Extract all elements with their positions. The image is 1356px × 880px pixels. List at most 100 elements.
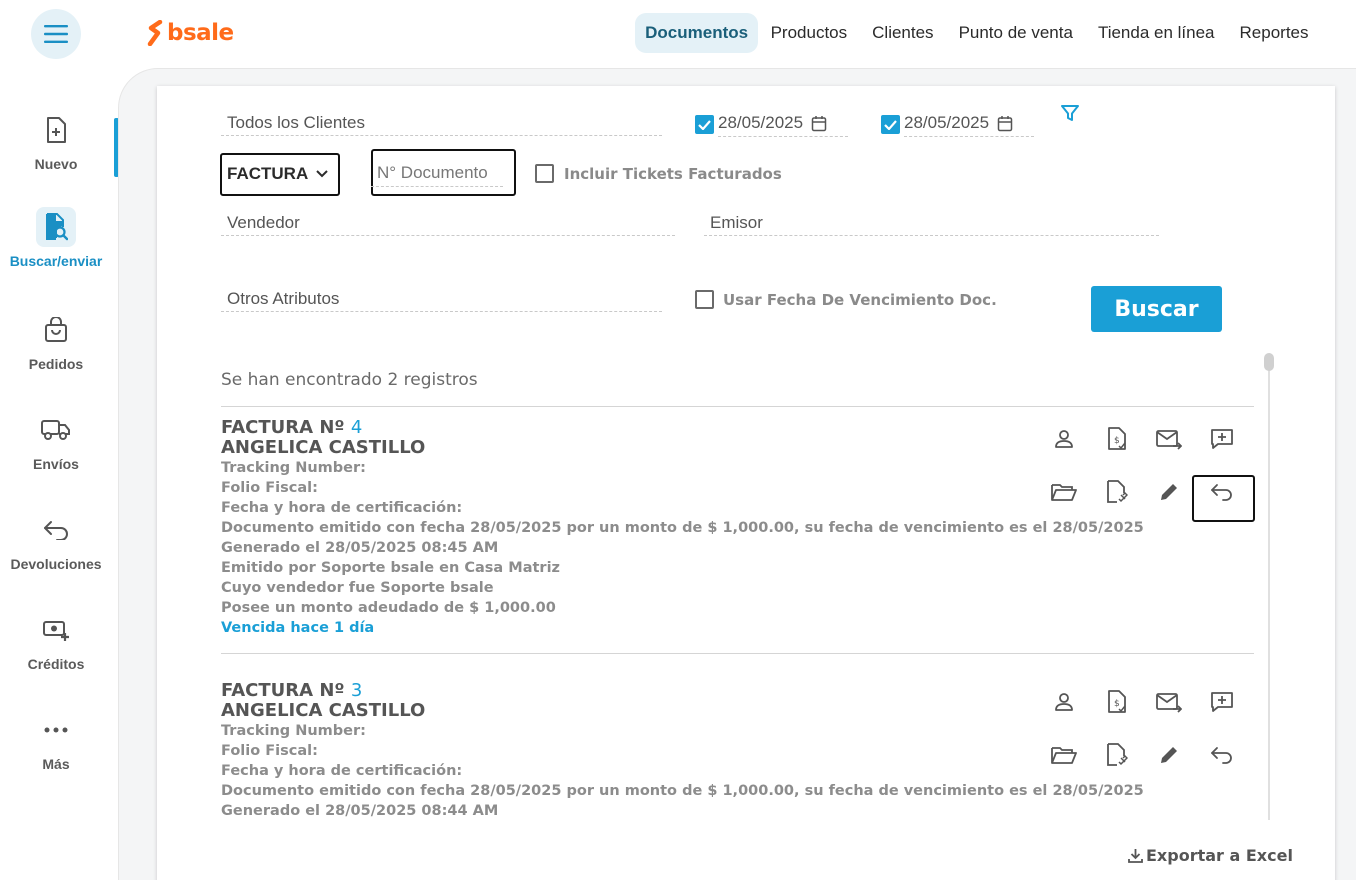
edit-action[interactable]: [1154, 477, 1184, 507]
record-generated: Generado el 28/05/2025 08:44 AM: [221, 803, 499, 819]
scrollbar-track[interactable]: [1268, 355, 1270, 820]
search-button[interactable]: Buscar: [1091, 286, 1222, 332]
mail-send-icon: [1156, 430, 1182, 450]
logo-text: bsale: [167, 20, 234, 46]
sidebar-item-envios[interactable]: Envíos: [0, 410, 112, 472]
nav-tienda-en-linea[interactable]: Tienda en línea: [1085, 13, 1227, 53]
download-icon: [1128, 849, 1143, 863]
client-action[interactable]: [1049, 424, 1079, 454]
menu-button[interactable]: [31, 9, 81, 59]
folder-open-icon: [1051, 484, 1077, 501]
record-title: FACTURA Nº 4: [221, 418, 1144, 438]
file-link-icon: [1107, 743, 1128, 766]
date-to-field[interactable]: 28/05/2025: [904, 113, 1034, 137]
issuer-select[interactable]: Emisor: [704, 213, 1159, 236]
email-action[interactable]: [1154, 687, 1184, 717]
return-action[interactable]: [1207, 477, 1237, 507]
results-count: Se han encontrado 2 registros: [221, 370, 478, 390]
record-status[interactable]: Vencida hace 1 día: [221, 618, 1144, 638]
open-folder-action[interactable]: [1049, 740, 1079, 770]
sidebar-item-label: Créditos: [27, 656, 85, 672]
sidebar-item-creditos[interactable]: Créditos: [0, 610, 112, 672]
doc-type-value: FACTURA: [227, 164, 309, 183]
seller-select[interactable]: Vendedor: [221, 213, 675, 236]
bsale-logo[interactable]: bsale: [147, 18, 234, 48]
record-client: ANGELICA CASTILLO: [221, 700, 426, 721]
nav-reportes[interactable]: Reportes: [1227, 13, 1321, 53]
filter-icon[interactable]: [1061, 104, 1079, 122]
record-number[interactable]: 3: [351, 680, 362, 701]
record-title: FACTURA Nº 3: [221, 681, 1144, 701]
use-due-date-checkbox[interactable]: [695, 290, 714, 309]
return-action[interactable]: [1207, 740, 1237, 770]
file-dollar-icon: $: [1108, 427, 1126, 450]
sidebar-item-devoluciones[interactable]: Devoluciones: [0, 510, 112, 572]
record-tracking: Tracking Number:: [221, 723, 366, 739]
sidebar-item-pedidos[interactable]: Pedidos: [0, 310, 112, 372]
date-to-checkbox[interactable]: [881, 115, 900, 134]
svg-text:$: $: [1114, 436, 1120, 446]
divider: [221, 406, 1254, 407]
payment-action[interactable]: $: [1102, 424, 1132, 454]
link-document-action[interactable]: [1102, 740, 1132, 770]
record-client: ANGELICA CASTILLO: [221, 437, 426, 458]
record-number[interactable]: 4: [351, 417, 362, 438]
svg-text:$: $: [1114, 699, 1120, 709]
file-plus-icon: [47, 117, 66, 143]
more-dots-icon: [44, 727, 68, 733]
nav-documentos[interactable]: Documentos: [635, 13, 759, 53]
sidebar-item-label: Nuevo: [34, 156, 78, 172]
include-tickets-label: Incluir Tickets Facturados: [564, 165, 782, 183]
calendar-icon[interactable]: [811, 115, 827, 132]
date-from-checkbox[interactable]: [695, 115, 714, 134]
record-generated: Generado el 28/05/2025 08:45 AM: [221, 540, 499, 556]
scrollbar-thumb[interactable]: [1264, 353, 1274, 371]
doc-type-select[interactable]: FACTURA: [227, 164, 328, 184]
record-folio: Folio Fiscal:: [221, 480, 318, 496]
file-dollar-icon: $: [1108, 690, 1126, 713]
return-arrow-icon: [1211, 747, 1232, 764]
sidebar-item-nuevo[interactable]: Nuevo: [0, 110, 112, 172]
record-type: FACTURA Nº: [221, 680, 345, 701]
client-action[interactable]: [1049, 687, 1079, 717]
doc-number-input[interactable]: N° Documento: [371, 163, 503, 187]
add-comment-action[interactable]: [1207, 687, 1237, 717]
date-from-field[interactable]: 28/05/2025: [718, 113, 848, 137]
edit-action[interactable]: [1154, 740, 1184, 770]
sidebar-item-buscar-enviar[interactable]: Buscar/enviar: [0, 207, 112, 269]
add-comment-action[interactable]: [1207, 424, 1237, 454]
user-icon: [1055, 430, 1073, 448]
record-issuer: Emitido por Soporte bsale en Casa Matriz: [221, 560, 560, 576]
record-issued: Documento emitido con fecha 28/05/2025 p…: [221, 520, 1144, 536]
top-navigation: Documentos Productos Clientes Punto de v…: [635, 13, 1321, 53]
record-owed: Posee un monto adeudado de $ 1,000.00: [221, 600, 556, 616]
cash-plus-icon: [43, 621, 69, 641]
date-from-value: 28/05/2025: [718, 113, 804, 132]
record-certification: Fecha y hora de certificación:: [221, 500, 463, 516]
include-tickets-checkbox[interactable]: [535, 164, 554, 183]
nav-clientes[interactable]: Clientes: [860, 13, 946, 53]
sidebar-item-label: Más: [42, 756, 70, 772]
logo-icon: [147, 20, 163, 46]
record-folio: Folio Fiscal:: [221, 743, 318, 759]
payment-action[interactable]: $: [1102, 687, 1132, 717]
email-action[interactable]: [1154, 424, 1184, 454]
open-folder-action[interactable]: [1049, 477, 1079, 507]
user-icon: [1055, 693, 1073, 711]
export-excel-button[interactable]: Exportar a Excel: [1128, 846, 1293, 865]
record-tracking: Tracking Number:: [221, 460, 366, 476]
other-attributes-select[interactable]: Otros Atributos: [221, 289, 662, 312]
chevron-down-icon: [316, 170, 328, 178]
link-document-action[interactable]: [1102, 477, 1132, 507]
truck-icon: [41, 420, 70, 440]
sidebar-item-label: Envíos: [33, 456, 79, 472]
nav-punto-de-venta[interactable]: Punto de venta: [946, 13, 1085, 53]
calendar-icon[interactable]: [997, 115, 1013, 132]
file-link-icon: [1107, 480, 1128, 503]
shopping-bag-icon: [45, 317, 67, 342]
sidebar-item-mas[interactable]: Más: [0, 710, 112, 772]
divider: [221, 653, 1254, 654]
client-select[interactable]: Todos los Clientes: [221, 113, 662, 136]
check-icon: [698, 119, 711, 130]
nav-productos[interactable]: Productos: [758, 13, 860, 53]
